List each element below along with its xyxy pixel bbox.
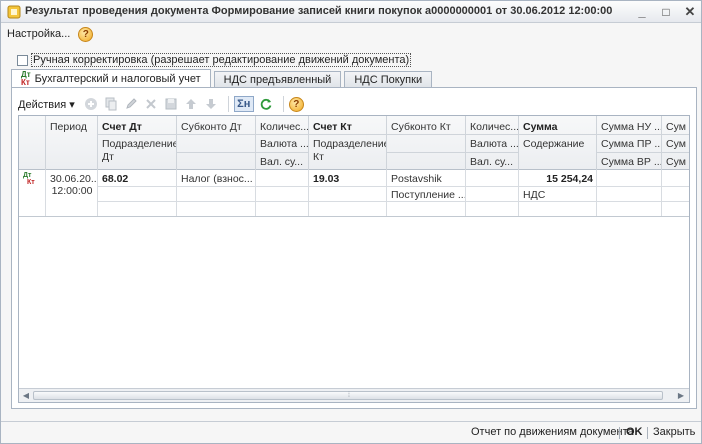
scroll-thumb[interactable]: ⁞ — [33, 391, 663, 400]
col-division-kt[interactable]: Подразделение Кт — [310, 136, 386, 166]
posting-dt-kt-icon: Дт Кт — [23, 172, 35, 186]
menu-bar: Настройка... ? — [7, 26, 94, 42]
row-subconto-dt: Налог (взнос... — [181, 173, 253, 185]
scroll-left-arrow-icon[interactable]: ◀ — [20, 391, 32, 401]
dt-kt-icon: Дт Кт — [21, 70, 31, 87]
add-icon[interactable] — [83, 96, 99, 112]
report-movements-link[interactable]: Отчет по движениям документа — [471, 426, 634, 438]
col-qty-kt[interactable]: Количес... — [467, 119, 518, 136]
row-account-dt: 68.02 — [102, 173, 129, 185]
tab-vat-purchases-label: НДС Покупки — [354, 74, 423, 86]
col-cur-sum-dt[interactable]: Вал. су... — [257, 154, 308, 171]
manual-adjust-checkbox[interactable] — [17, 54, 28, 66]
col-sum-vr[interactable]: Сумма ВР ... — [598, 154, 661, 171]
row-subconto-kt-2: Поступление ... — [391, 189, 465, 201]
col-account-kt[interactable]: Счет Кт — [310, 119, 386, 136]
toolbar-separator — [282, 96, 284, 112]
status-separator — [647, 427, 648, 439]
col-account-dt[interactable]: Счет Дт — [99, 119, 176, 136]
row-content: НДС — [523, 189, 546, 201]
grid-header: Период Счет Дт Подразделение Дт Субконто… — [19, 116, 689, 171]
col-subconto-kt[interactable]: Субконто Кт — [388, 119, 465, 136]
bottom-bar: Отчет по движениям документа OK Закрыть — [1, 421, 701, 443]
actions-menu[interactable]: Действия ▾ — [18, 98, 75, 111]
restore-button[interactable]: □ — [657, 3, 675, 21]
app-icon — [7, 5, 21, 19]
close-button[interactable]: Закрыть — [653, 426, 695, 438]
edit-icon[interactable] — [123, 96, 139, 112]
tab-vat-purchases[interactable]: НДС Покупки — [344, 71, 433, 88]
delete-icon[interactable] — [143, 96, 159, 112]
tab-panel: Действия ▾ Σн ? Период Счет Дт Подраздел… — [11, 87, 697, 409]
manual-adjust-row: Ручная корректировка (разрешает редактир… — [17, 53, 412, 67]
col-currency-kt[interactable]: Валюта ... — [467, 136, 518, 153]
col-extra-2[interactable]: Сум — [663, 136, 689, 153]
tab-strip: Дт Кт Бухгалтерский и налоговый учет НДС … — [11, 69, 435, 88]
col-sum[interactable]: Сумма — [520, 119, 596, 136]
col-sum-nu[interactable]: Сумма НУ ... — [598, 119, 661, 136]
row-sum: 15 254,24 — [546, 173, 593, 185]
grid-help-icon[interactable]: ? — [288, 96, 304, 112]
close-window-button[interactable]: ✕ — [681, 3, 699, 21]
title-bar: Результат проведения документа Формирова… — [1, 1, 701, 23]
toolbar-separator — [227, 96, 229, 112]
col-qty-dt[interactable]: Количес... — [257, 119, 308, 136]
ok-button[interactable]: OK — [626, 426, 643, 438]
move-up-icon[interactable] — [183, 96, 199, 112]
col-period[interactable]: Период — [47, 119, 97, 136]
scroll-right-arrow-icon[interactable]: ▶ — [675, 391, 687, 401]
horizontal-scrollbar[interactable]: ◀ ⁞ ▶ — [19, 388, 689, 402]
col-content[interactable]: Содержание — [520, 136, 596, 153]
minimize-button[interactable]: _ — [633, 3, 651, 21]
row-subconto-kt-1: Postavshik — [391, 173, 442, 185]
scroll-grip-icon: ⁞ — [348, 392, 350, 399]
refresh-icon[interactable] — [258, 96, 274, 112]
tab-accounting-label: Бухгалтерский и налоговый учет — [34, 73, 201, 85]
move-down-icon[interactable] — [203, 96, 219, 112]
row-account-kt: 19.03 — [313, 173, 340, 185]
sum-nu-toggle[interactable]: Σн — [233, 96, 254, 112]
save-icon[interactable] — [163, 96, 179, 112]
tab-vat-presented[interactable]: НДС предъявленный — [213, 71, 342, 88]
tab-vat-presented-label: НДС предъявленный — [223, 74, 332, 86]
document-result-window: Результат проведения документа Формирова… — [0, 0, 702, 444]
col-cur-sum-kt[interactable]: Вал. су... — [467, 154, 518, 171]
window-title: Результат проведения документа Формирова… — [25, 5, 613, 17]
grid-toolbar: Действия ▾ Σн ? — [18, 94, 304, 114]
manual-adjust-label[interactable]: Ручная корректировка (разрешает редактир… — [31, 53, 412, 67]
col-currency-dt[interactable]: Валюта ... — [257, 136, 308, 153]
copy-icon[interactable] — [103, 96, 119, 112]
tab-accounting[interactable]: Дт Кт Бухгалтерский и налоговый учет — [11, 69, 211, 88]
col-subconto-dt[interactable]: Субконто Дт — [178, 119, 255, 136]
col-division-dt[interactable]: Подразделение Дт — [99, 136, 176, 166]
row-period-time: 12:00:00 — [51, 185, 93, 197]
help-icon[interactable]: ? — [78, 26, 94, 42]
col-extra-1[interactable]: Сум — [663, 119, 689, 136]
col-extra-3[interactable]: Сум — [663, 154, 689, 171]
postings-grid[interactable]: Период Счет Дт Подразделение Дт Субконто… — [18, 115, 690, 403]
settings-menu[interactable]: Настройка... — [7, 28, 70, 40]
col-sum-pr[interactable]: Сумма ПР ... — [598, 136, 661, 153]
status-separator — [619, 427, 620, 439]
